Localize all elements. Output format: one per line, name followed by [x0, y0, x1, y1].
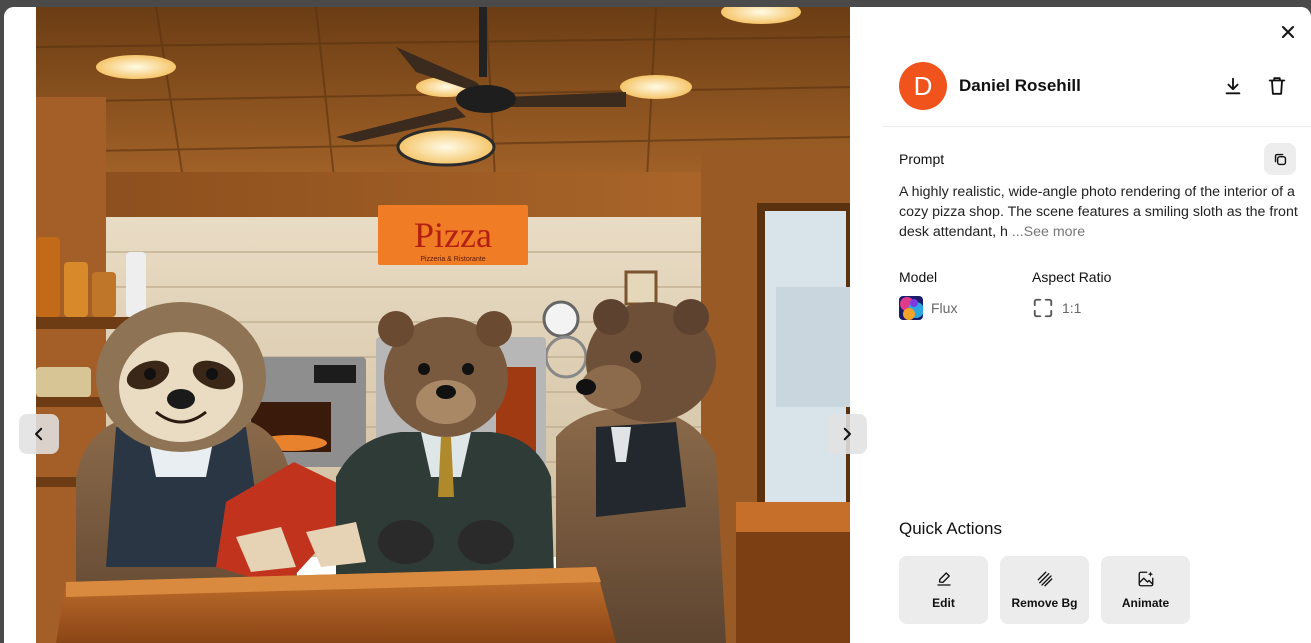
remove-bg-label: Remove Bg	[1011, 596, 1078, 610]
chevron-left-icon	[35, 427, 43, 441]
chevron-right-icon	[843, 427, 851, 441]
animate-label: Animate	[1121, 596, 1170, 610]
prompt-label: Prompt	[899, 151, 945, 167]
prompt-text: A highly realistic, wide-angle photo ren…	[899, 182, 1299, 242]
prompt-body: A highly realistic, wide-angle photo ren…	[899, 184, 1298, 240]
edit-button[interactable]: Edit	[899, 556, 988, 624]
author-header: D Daniel Rosehill	[883, 7, 1311, 127]
animate-image-icon	[1138, 571, 1153, 587]
image-detail-modal: Pizza Pizzeria & Ristorante D Daniel Ros…	[4, 7, 1311, 643]
aspect-ratio-icon	[1033, 298, 1053, 318]
pencil-icon	[936, 572, 951, 586]
see-more-link[interactable]: ...See more	[1012, 224, 1085, 240]
next-image-button[interactable]	[827, 414, 867, 454]
avatar[interactable]: D	[899, 62, 947, 110]
remove-background-icon	[1037, 571, 1052, 587]
image-viewer: Pizza Pizzeria & Ristorante	[4, 7, 883, 643]
image-details-panel: D Daniel Rosehill Prompt A highly realis…	[883, 7, 1311, 643]
author-name[interactable]: Daniel Rosehill	[959, 76, 1081, 96]
aspect-ratio-label: Aspect Ratio	[1032, 269, 1112, 285]
animate-button[interactable]: Animate	[1101, 556, 1190, 624]
model-value: Flux	[899, 296, 957, 320]
edit-label: Edit	[932, 596, 955, 610]
quick-actions: Edit Remove Bg Animate	[899, 556, 1190, 624]
download-button[interactable]	[1221, 74, 1245, 98]
model-label: Model	[899, 269, 938, 285]
aspect-ratio-value: 1:1	[1032, 296, 1081, 320]
delete-button[interactable]	[1265, 74, 1289, 98]
copy-prompt-button[interactable]	[1264, 143, 1296, 175]
previous-image-button[interactable]	[19, 414, 59, 454]
pizza-sign: Pizza	[414, 215, 492, 255]
trash-icon	[1268, 77, 1286, 95]
download-icon	[1225, 77, 1241, 95]
quick-actions-title: Quick Actions	[899, 519, 1002, 538]
copy-icon	[1274, 153, 1286, 165]
generated-image: Pizza Pizzeria & Ristorante	[36, 7, 850, 643]
remove-bg-button[interactable]: Remove Bg	[1000, 556, 1089, 624]
aspect-ratio-text: 1:1	[1062, 300, 1082, 316]
model-thumbnail-icon	[899, 296, 923, 320]
pizza-sign-subtext: Pizzeria & Ristorante	[420, 256, 485, 263]
model-name: Flux	[931, 300, 958, 316]
